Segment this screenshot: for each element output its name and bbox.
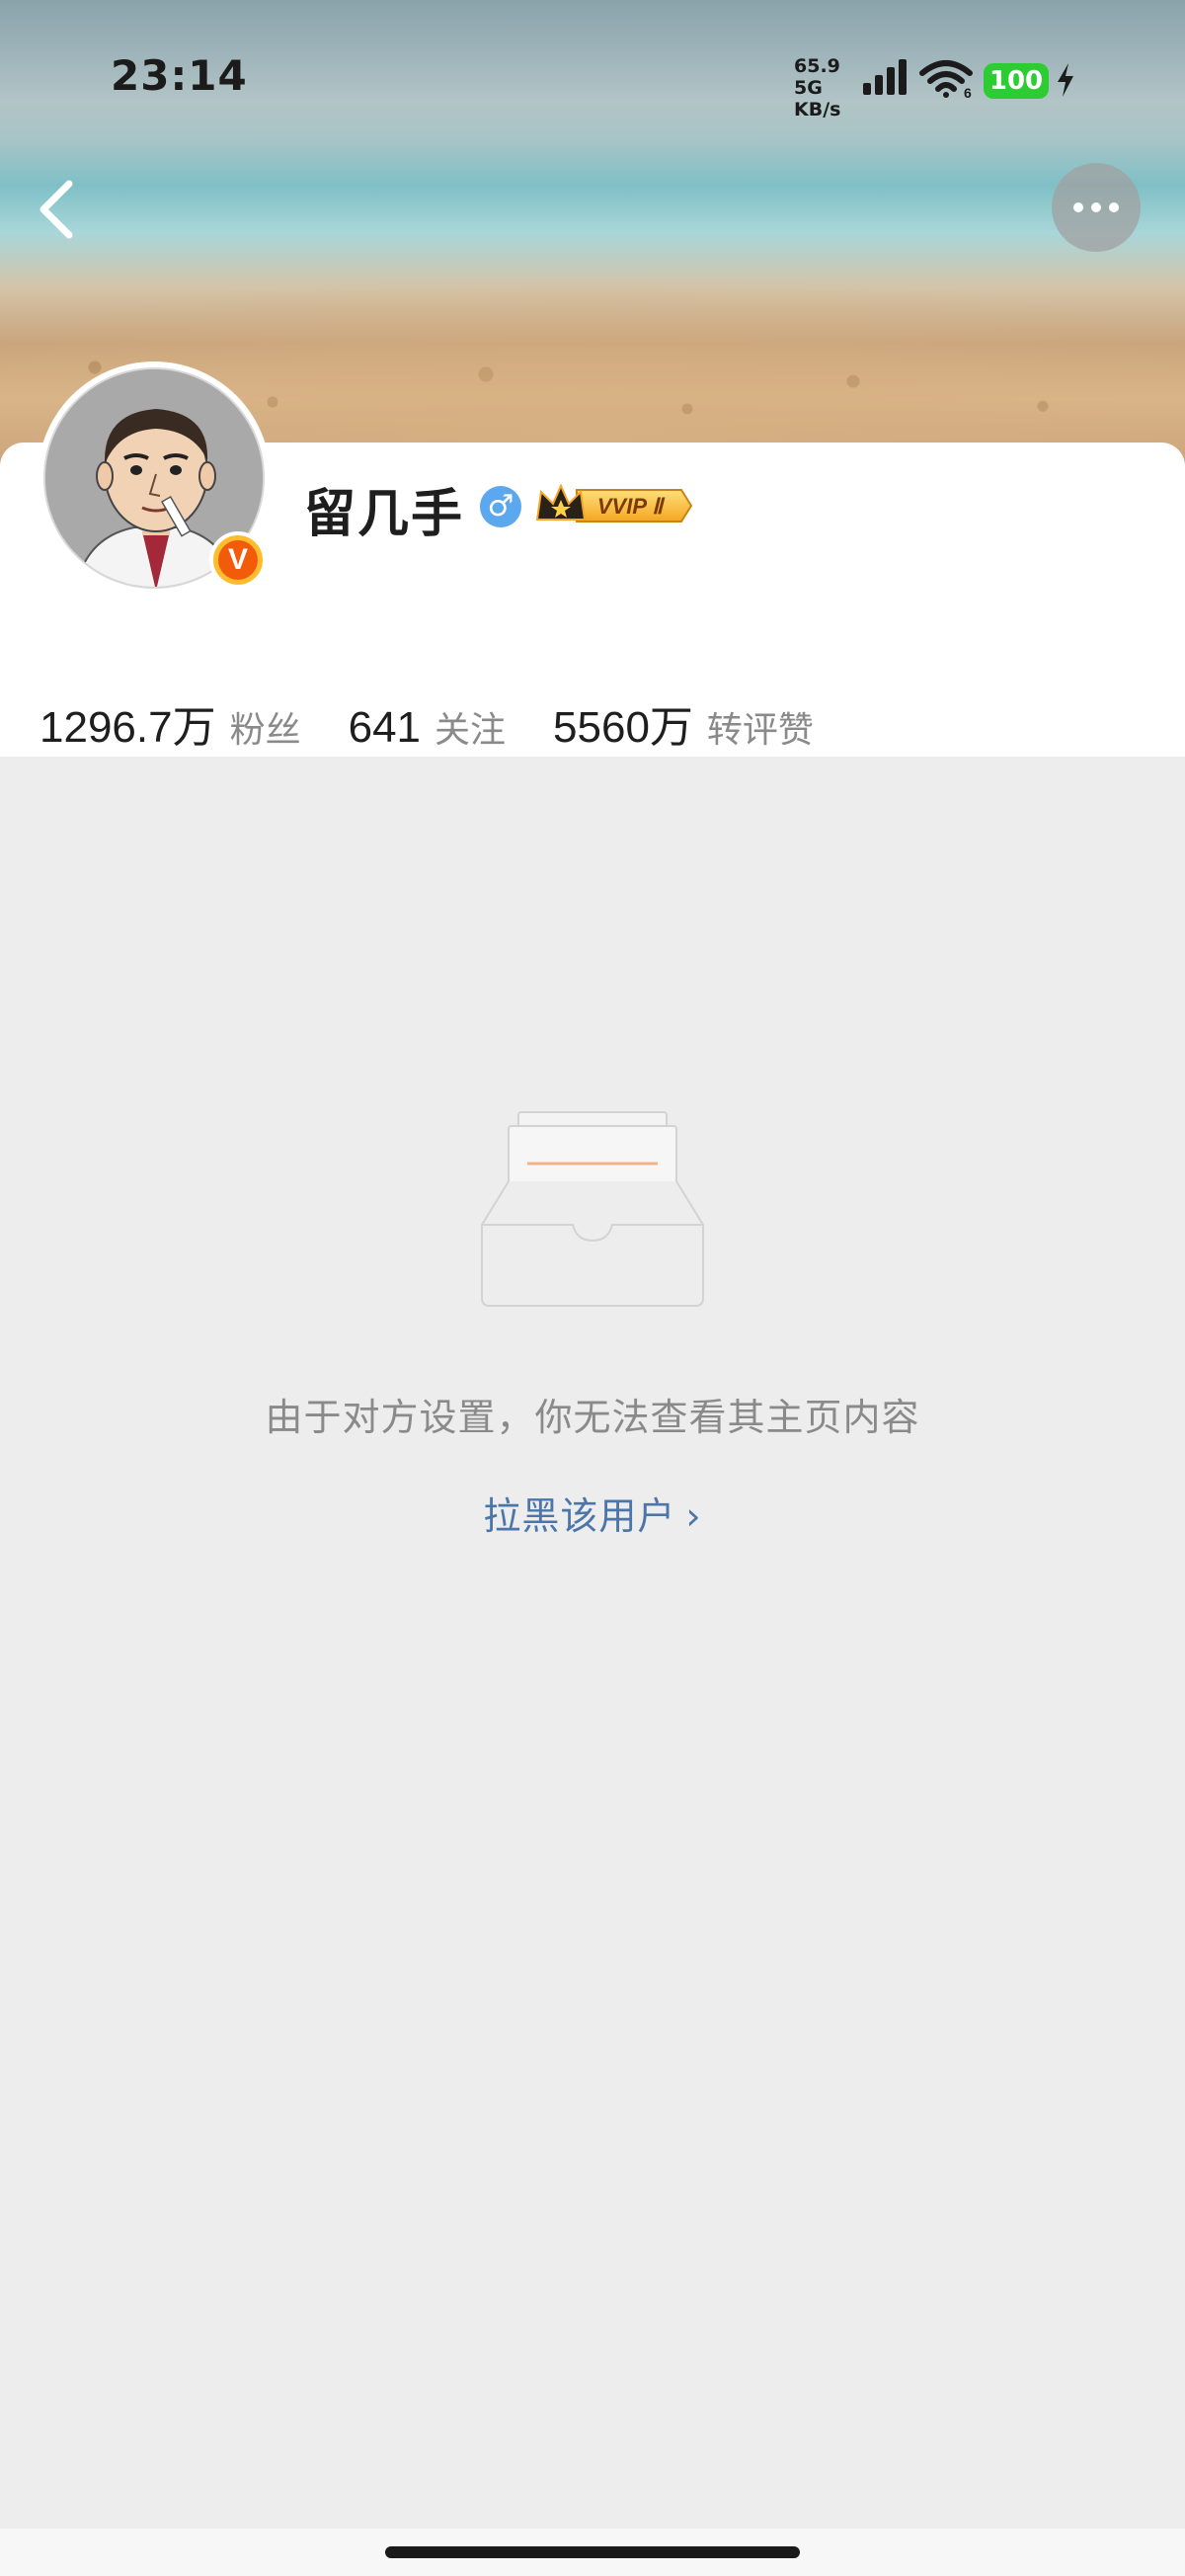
stat-value: 5560万 (553, 703, 693, 752)
more-dot (1091, 202, 1101, 212)
profile-username: 留几手 (304, 485, 465, 544)
profile-page: 23:14 65.9 5G KB/s 6 100 V 留几手 ♂ VVIP Ⅱ … (0, 0, 1185, 2576)
profile-stats: 1296.7万 粉丝 641 关注 5560万 转评赞 (40, 691, 861, 752)
back-arrow-icon (40, 180, 73, 239)
stat-label: 关注 (434, 710, 507, 751)
battery-indicator: 100 (984, 63, 1049, 99)
stat-label: 转评赞 (706, 710, 814, 751)
stat-value: 1296.7万 (40, 703, 216, 752)
network-type: 5G (794, 77, 823, 99)
more-options-button[interactable] (1052, 163, 1141, 252)
verified-badge-icon: V (209, 531, 267, 589)
empty-state-message: 由于对方设置，你无法查看其主页内容 (265, 1396, 920, 1439)
wifi-label: 6 (964, 85, 972, 99)
back-button[interactable] (30, 168, 89, 247)
status-bar: 23:14 65.9 5G KB/s 6 100 (0, 0, 1185, 158)
chevron-right-icon: › (685, 1494, 702, 1538)
network-speed: 65.9 5G KB/s (794, 55, 855, 121)
wifi-icon: 6 (919, 60, 973, 99)
empty-inbox-icon (481, 1111, 704, 1307)
more-dots-icon (1073, 202, 1083, 212)
vvip-badge[interactable]: VVIP Ⅱ (533, 478, 695, 533)
net-speed-value: 65.9 (794, 55, 840, 77)
charging-bolt-icon (1058, 63, 1073, 97)
stat-interactions[interactable]: 5560万 转评赞 (553, 691, 814, 755)
verified-mark: V (218, 540, 258, 580)
net-speed-unit: KB/s (794, 99, 841, 121)
stat-following[interactable]: 641 关注 (349, 701, 506, 753)
male-gender-icon: ♂ (480, 486, 521, 527)
block-user-label: 拉黑该用户 (483, 1494, 676, 1538)
stat-value: 641 (348, 703, 422, 752)
status-time: 23:14 (111, 51, 248, 100)
stat-followers[interactable]: 1296.7万 粉丝 (40, 691, 301, 755)
stat-label: 粉丝 (229, 710, 301, 751)
block-user-link[interactable]: 拉黑该用户 › (0, 1486, 1185, 1540)
more-dot (1109, 202, 1119, 212)
vvip-badge-label: VVIP Ⅱ (597, 494, 666, 519)
cellular-signal-icon (863, 59, 907, 95)
home-indicator[interactable] (385, 2546, 800, 2558)
